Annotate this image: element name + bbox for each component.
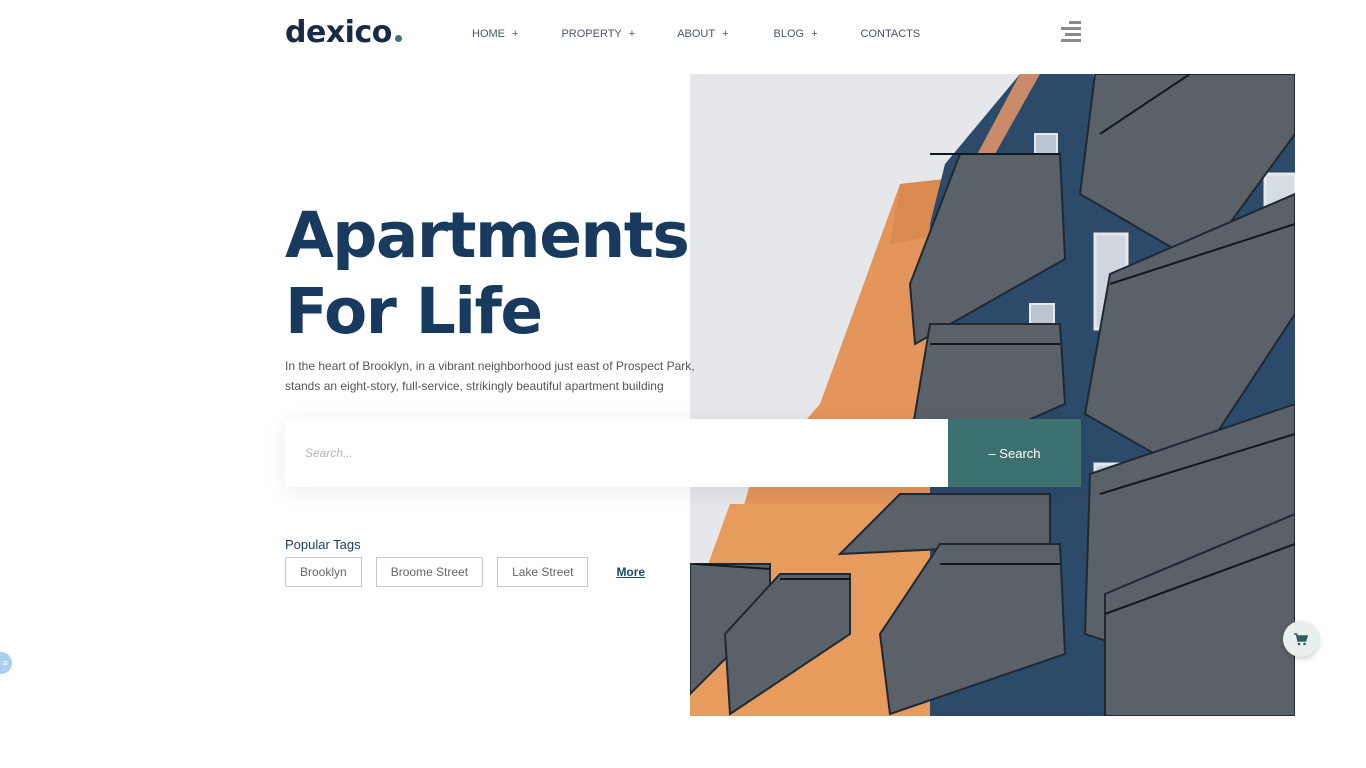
tag-broome-street[interactable]: Broome Street [375,557,484,587]
main-nav: HOME + PROPERTY + ABOUT + BLOG + CONTACT… [472,28,920,40]
search-input[interactable] [285,419,948,487]
logo-text: dexico [285,15,392,50]
hero-title-line2: For Life [285,275,543,348]
menu-line [1065,33,1081,36]
more-tags-link[interactable]: More [616,565,645,579]
plus-icon: + [628,28,636,40]
menu-line [1069,21,1081,24]
hamburger-menu-icon[interactable] [1061,21,1081,43]
nav-item-label: BLOG [773,28,805,40]
search-bar: – Search [285,419,1081,487]
nav-item-label: CONTACTS [860,28,921,40]
side-widget-button[interactable]: ≡ [0,652,12,674]
hero-title-line1: Apartments [285,199,690,272]
tag-lake-street[interactable]: Lake Street [497,557,589,587]
nav-item-label: ABOUT [677,28,716,40]
nav-item-label: HOME [472,28,505,40]
plus-icon: + [722,28,729,40]
filter-icon: ≡ [2,658,8,668]
menu-line [1061,27,1081,30]
menu-line [1061,39,1081,42]
hero-title: Apartments For Life [285,198,690,350]
popular-tags-label: Popular Tags [285,537,361,552]
hero-description: In the heart of Brooklyn, in a vibrant n… [285,359,695,393]
popular-tags: Brooklyn Broome Street Lake Street More [285,557,645,587]
cart-button[interactable] [1283,621,1319,657]
cart-icon [1294,632,1308,645]
logo-dot [394,35,402,42]
logo[interactable]: dexico [285,15,402,50]
nav-item-about[interactable]: ABOUT + [677,28,728,40]
nav-item-label: PROPERTY [561,28,622,40]
nav-item-contacts[interactable]: CONTACTS [861,28,921,40]
nav-item-home[interactable]: HOME + [472,28,518,40]
nav-item-blog[interactable]: BLOG + [774,28,818,40]
building-illustration [690,74,1295,716]
tag-brooklyn[interactable]: Brooklyn [285,557,362,587]
hero-image [690,74,1295,716]
plus-icon: + [512,28,519,40]
search-button[interactable]: – Search [948,419,1081,487]
nav-item-property[interactable]: PROPERTY + [561,28,635,40]
plus-icon: + [811,28,818,40]
